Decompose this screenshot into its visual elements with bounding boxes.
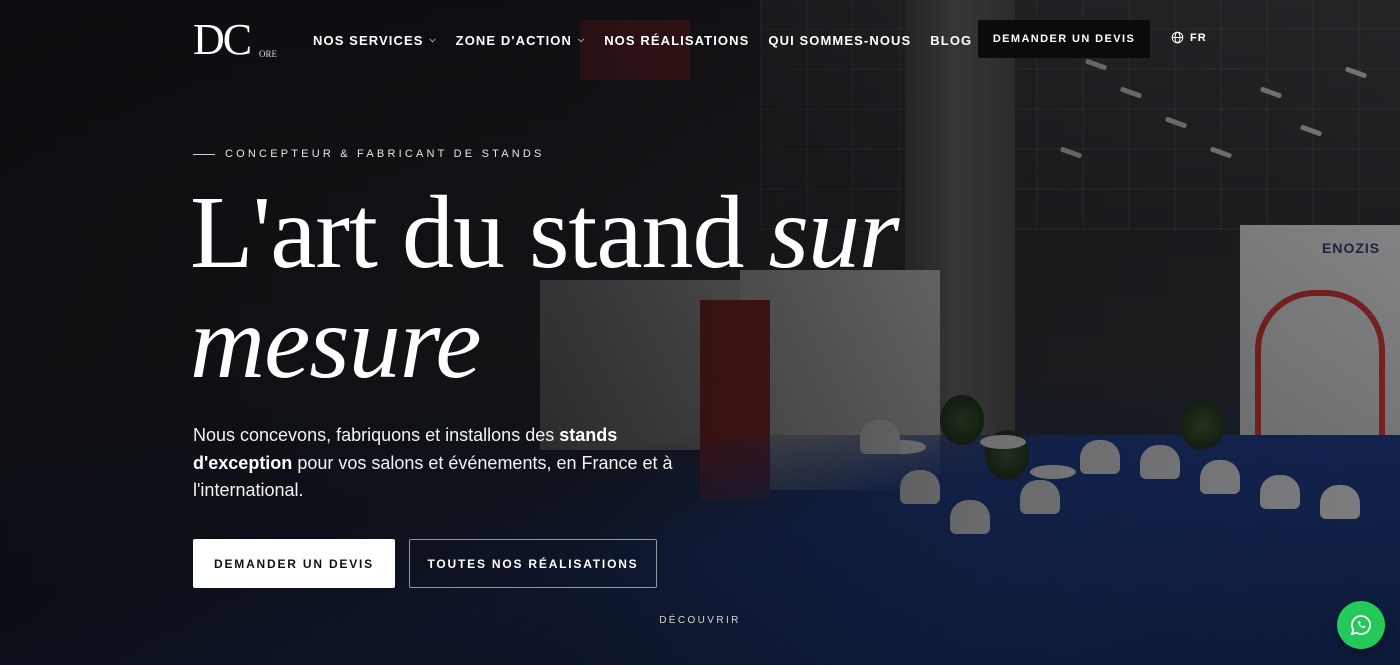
all-realisations-button[interactable]: TOUTES NOS RÉALISATIONS [409, 539, 657, 588]
hero-headline: L'art du stand sur mesure [190, 178, 950, 398]
nav-item-services[interactable]: NOS SERVICES ⌵ [313, 30, 437, 50]
hero-eyebrow: CONCEPTEUR & FABRICANT DE STANDS [193, 148, 545, 160]
logo-mark: DC [193, 15, 252, 64]
nav-item-label: QUI SOMMES-NOUS [768, 32, 912, 48]
site-logo[interactable]: DC ORE [193, 18, 283, 62]
main-nav: NOS SERVICES ⌵ ZONE D'ACTION ⌵ NOS RÉALI… [313, 30, 1004, 50]
request-quote-button[interactable]: DEMANDER UN DEVIS [193, 539, 395, 588]
logo-subtext: ORE [259, 49, 277, 59]
nav-item-about[interactable]: QUI SOMMES-NOUS [768, 30, 911, 50]
hero-lead: Nous concevons, fabriquons et installons… [193, 422, 683, 505]
nav-item-label: NOS RÉALISATIONS [604, 32, 750, 48]
nav-item-label: BLOG [930, 32, 973, 48]
whatsapp-icon [1350, 615, 1371, 636]
language-switcher[interactable]: FR [1171, 31, 1207, 44]
discover-link[interactable]: DÉCOUVRIR [600, 615, 800, 626]
headline-plain: L'art du stand [190, 175, 769, 290]
nav-item-zone-action[interactable]: ZONE D'ACTION ⌵ [456, 30, 586, 50]
nav-item-realisations[interactable]: NOS RÉALISATIONS [604, 30, 749, 50]
nav-item-label: ZONE D'ACTION [455, 32, 573, 48]
globe-icon [1171, 31, 1184, 44]
eyebrow-divider [193, 153, 215, 155]
site-header: DC ORE NOS SERVICES ⌵ ZONE D'ACTION ⌵ NO… [0, 0, 1400, 80]
eyebrow-text: CONCEPTEUR & FABRICANT DE STANDS [225, 148, 545, 160]
language-label: FR [1190, 31, 1207, 44]
nav-item-label: NOS SERVICES [313, 32, 424, 48]
chevron-down-icon: ⌵ [578, 35, 586, 44]
chevron-down-icon: ⌵ [429, 35, 437, 44]
whatsapp-button[interactable] [1337, 601, 1385, 649]
request-quote-header-button[interactable]: DEMANDER UN DEVIS [978, 20, 1150, 58]
lead-text-1: Nous concevons, fabriquons et installons… [193, 425, 560, 445]
